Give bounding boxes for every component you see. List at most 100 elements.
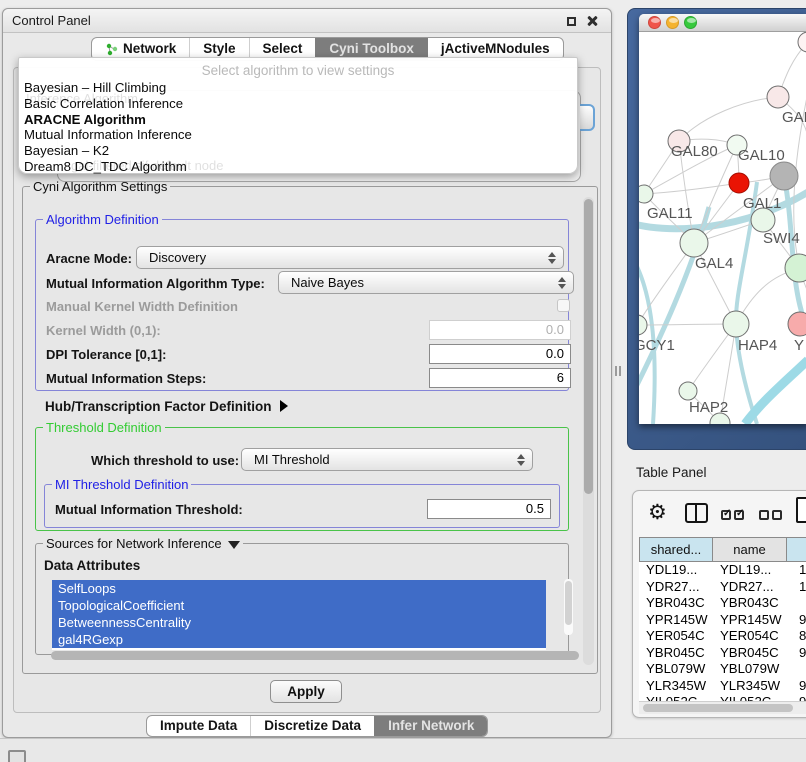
attribute-list-item[interactable]: SelfLoops xyxy=(52,580,546,597)
network-window-titlebar[interactable] xyxy=(639,14,806,32)
node-gal4[interactable] xyxy=(680,229,708,257)
table-cell: 8. xyxy=(787,628,806,645)
table-row[interactable]: YER054CYER054C8. xyxy=(639,628,806,645)
apply-button[interactable]: Apply xyxy=(270,680,342,703)
settings-horizontal-scrollbar[interactable] xyxy=(27,649,583,662)
aracne-mode-select[interactable]: Discovery xyxy=(136,246,564,269)
control-panel-title: Control Panel xyxy=(3,9,611,33)
algorithm-dropdown: Select algorithm to view settings Bayesi… xyxy=(18,57,578,174)
table-row[interactable]: YIL052CYIL052C9 xyxy=(639,694,806,701)
which-threshold-select[interactable]: MI Threshold xyxy=(241,448,533,471)
table-cell: 9. xyxy=(787,612,806,629)
table-cell: YDL19... xyxy=(713,562,787,579)
node-hap4[interactable] xyxy=(723,311,749,337)
document-icon[interactable] xyxy=(796,497,806,523)
table-cell: 13 xyxy=(787,562,806,579)
attributes-scrollbar-thumb[interactable] xyxy=(565,581,572,625)
table-cell: YER054C xyxy=(713,628,787,645)
mac-zoom-button[interactable] xyxy=(684,16,697,29)
minimized-panel-icon[interactable] xyxy=(8,750,26,762)
node-y-cut[interactable] xyxy=(788,312,806,336)
node-red-selected[interactable] xyxy=(729,173,749,193)
column-header-shared[interactable]: shared... xyxy=(639,537,713,562)
table-cell: 9. xyxy=(787,678,806,695)
mi-steps-field[interactable]: 6 xyxy=(429,368,571,388)
settings-vertical-scrollbar[interactable] xyxy=(583,197,594,665)
sources-title[interactable]: Sources for Network Inference xyxy=(43,536,243,551)
network-canvas[interactable]: GAL GAL80 GAL10 GAL1 GAL11 GAL4 SWI4 GCY… xyxy=(639,32,806,424)
column-header-cut[interactable]: A xyxy=(787,537,806,562)
tab-impute-data[interactable]: Impute Data xyxy=(147,716,250,736)
node-swi4[interactable] xyxy=(785,254,806,282)
panel-splitter-grip[interactable] xyxy=(615,366,621,376)
combo-spinner-icon xyxy=(548,251,556,265)
label-gal-cut: GAL xyxy=(782,109,806,126)
ghost-label: Inference Algorithm xyxy=(26,91,138,106)
settings-vscroll-thumb[interactable] xyxy=(584,199,593,494)
node-gal-cut[interactable] xyxy=(767,86,789,108)
table-cell: YDR27... xyxy=(639,579,713,596)
checked-box-icon xyxy=(734,510,744,520)
dpi-tolerance-field[interactable]: 0.0 xyxy=(429,344,571,364)
deselect-all-columns-icon[interactable] xyxy=(759,507,785,525)
table-row[interactable]: YDR27...YDR27...12 xyxy=(639,579,806,596)
mac-minimize-button[interactable] xyxy=(666,16,679,29)
attribute-list-item[interactable]: gal4RGexp xyxy=(52,631,546,648)
focused-combobox-fragment[interactable] xyxy=(580,104,595,131)
dropdown-prompt: Select algorithm to view settings xyxy=(19,58,577,80)
table-row[interactable]: YBR045CYBR045C9. xyxy=(639,645,806,662)
node-gcy1[interactable] xyxy=(639,315,647,335)
float-window-icon[interactable] xyxy=(567,17,576,26)
attributes-list-scrollbar[interactable] xyxy=(564,579,573,635)
kernel-width-field[interactable]: 0.0 xyxy=(429,320,571,340)
cyni-algorithm-settings-group: Cyni Algorithm Settings Algorithm Defini… xyxy=(22,186,598,674)
network-window: GAL GAL80 GAL10 GAL1 GAL11 GAL4 SWI4 GCY… xyxy=(639,14,806,424)
node-gal11[interactable] xyxy=(639,185,653,203)
collapsed-arrow-icon xyxy=(280,400,288,412)
dropdown-item[interactable]: Bayesian – K2 xyxy=(19,143,577,159)
label-gal11: GAL11 xyxy=(647,205,693,222)
label-gcy1: GCY1 xyxy=(639,337,675,354)
table-cell: YDR27... xyxy=(713,579,787,596)
table-row[interactable]: YLR345WYLR345W9. xyxy=(639,678,806,695)
table-header: shared... name A xyxy=(639,537,806,562)
node-hap2[interactable] xyxy=(679,382,697,400)
tab-infer-network[interactable]: Infer Network xyxy=(374,716,487,736)
table-cell: YBR045C xyxy=(713,645,787,662)
data-attributes-label: Data Attributes xyxy=(44,558,140,573)
table-row[interactable]: YDL19...YDL19...13 xyxy=(639,562,806,579)
table-cell: YER054C xyxy=(639,628,713,645)
close-icon[interactable] xyxy=(586,15,598,27)
column-header-name[interactable]: name xyxy=(713,537,787,562)
manual-kernel-checkbox[interactable] xyxy=(557,299,570,312)
dpi-tolerance-label: DPI Tolerance [0,1]: xyxy=(46,347,166,362)
attribute-list-item[interactable]: TopologicalCoefficient xyxy=(52,597,546,614)
split-columns-icon[interactable] xyxy=(685,503,708,523)
dropdown-item[interactable]: ARACNE Algorithm xyxy=(19,112,577,128)
table-settings-gear-icon[interactable]: ⚙ xyxy=(648,500,667,524)
tab-discretize-data[interactable]: Discretize Data xyxy=(250,716,374,736)
hub-definition-toggle[interactable]: Hub/Transcription Factor Definition xyxy=(45,399,288,414)
data-attributes-list[interactable]: SelfLoopsTopologicalCoefficientBetweenne… xyxy=(52,580,546,650)
select-all-columns-icon[interactable] xyxy=(721,507,747,525)
dropdown-item[interactable]: Mutual Information Inference xyxy=(19,127,577,143)
mi-type-select[interactable]: Naive Bayes xyxy=(278,271,574,294)
table-panel: ⚙ shared... name A YDL19...YDL19...13YDR… xyxy=(632,490,806,718)
table-row[interactable]: YPR145WYPR145W9. xyxy=(639,612,806,629)
attribute-list-item[interactable]: BetweennessCentrality xyxy=(52,614,546,631)
algorithm-definition-title: Algorithm Definition xyxy=(43,212,162,227)
mi-threshold-group: MI Threshold Definition Mutual Informati… xyxy=(44,484,560,528)
mac-close-button[interactable] xyxy=(648,16,661,29)
table-row[interactable]: YBL079WYBL079W xyxy=(639,661,806,678)
screen: Control Panel Network Style Select Cyni … xyxy=(0,0,806,762)
node-partial-top[interactable] xyxy=(798,32,806,52)
settings-hscroll-thumb[interactable] xyxy=(51,651,579,660)
node-gray[interactable] xyxy=(770,162,798,190)
table-cell xyxy=(787,595,806,612)
table-hscroll-thumb[interactable] xyxy=(643,704,793,712)
table-horizontal-scrollbar[interactable] xyxy=(639,701,806,714)
table-row[interactable]: YBR043CYBR043C xyxy=(639,595,806,612)
table-cell: YBL079W xyxy=(639,661,713,678)
table-cell: YBR043C xyxy=(713,595,787,612)
mi-threshold-field[interactable]: 0.5 xyxy=(427,499,551,519)
